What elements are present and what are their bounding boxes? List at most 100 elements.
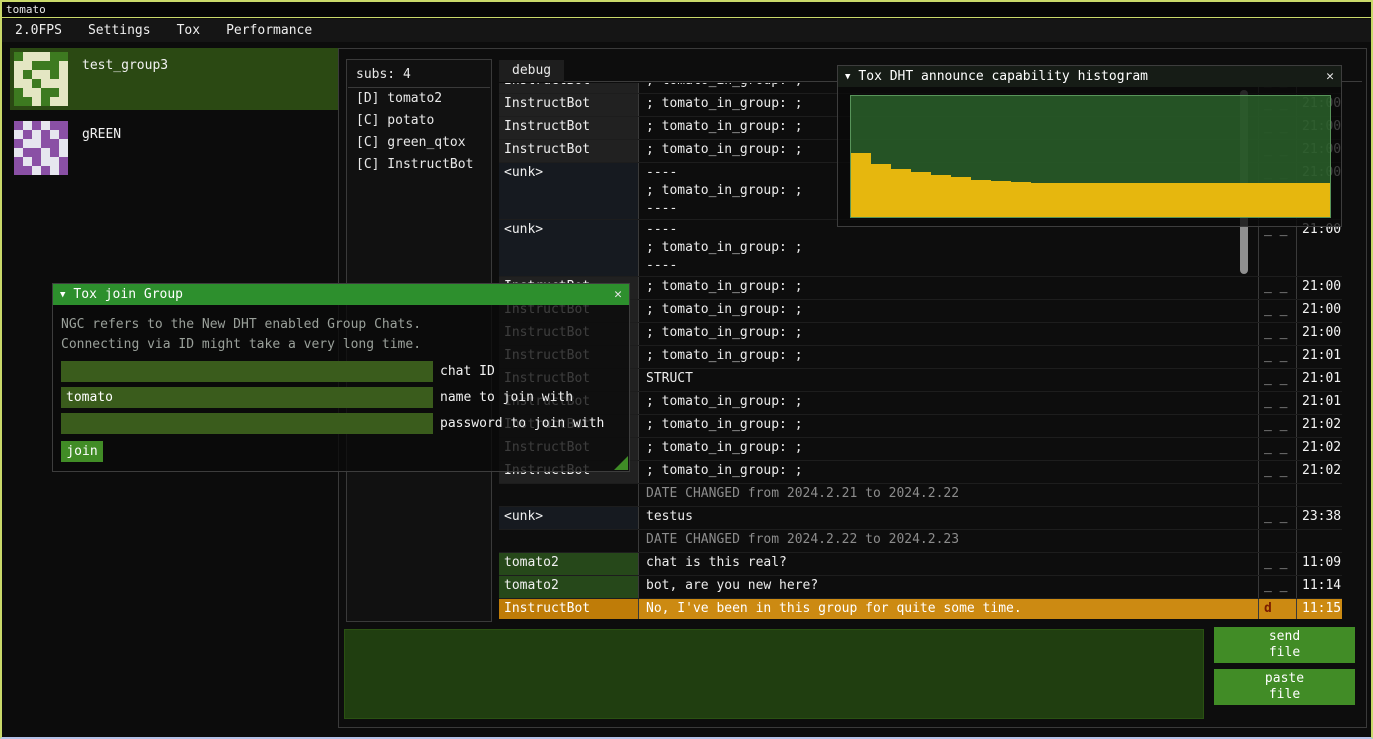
message-text: STRUCT — [639, 369, 1258, 391]
subs-member[interactable]: [C] green_qtox — [347, 132, 491, 154]
avatar-pixel — [59, 79, 68, 88]
message-text: testus — [639, 507, 1258, 529]
join-field-row: name to join with — [61, 387, 621, 408]
menu-item-settings[interactable]: Settings — [75, 19, 164, 42]
message-text: DATE CHANGED from 2024.2.21 to 2024.2.22 — [639, 484, 1258, 506]
group-item-test_group3[interactable]: test_group3 — [10, 48, 338, 110]
histogram-bar — [971, 180, 991, 218]
avatar-pixel — [50, 97, 59, 106]
join-input-chat-id[interactable] — [61, 361, 433, 382]
avatar-pixel — [41, 52, 50, 61]
paste-file-button[interactable]: paste file — [1214, 669, 1355, 705]
sender-name: tomato2 — [499, 553, 639, 575]
chat-row[interactable]: DATE CHANGED from 2024.2.22 to 2024.2.23 — [499, 530, 1342, 553]
avatar-pixel — [14, 121, 23, 130]
message-time: 23:38 — [1296, 507, 1342, 529]
join-window-body: NGC refers to the New DHT enabled Group … — [53, 305, 629, 471]
message-status: _ _ — [1258, 415, 1296, 437]
avatar-pixel — [59, 148, 68, 157]
sender-name: tomato2 — [499, 576, 639, 598]
message-text: ; tomato_in_group: ; — [639, 300, 1258, 322]
avatar-pixel — [23, 79, 32, 88]
histogram-bar — [1250, 183, 1270, 217]
menu-item-performance[interactable]: Performance — [213, 19, 325, 42]
group-item-gREEN[interactable]: gREEN — [10, 117, 338, 179]
send-file-button[interactable]: send file — [1214, 627, 1355, 663]
message-time: 21:02 — [1296, 415, 1342, 437]
avatar-pixel — [32, 79, 41, 88]
chat-row[interactable]: InstructBotNo, I've been in this group f… — [499, 599, 1342, 619]
chat-row[interactable]: tomato2chat is this real?_ _11:09 — [499, 553, 1342, 576]
message-text: ; tomato_in_group: ; — [639, 323, 1258, 345]
avatar-pixel — [32, 70, 41, 79]
subs-count-label: subs: 4 — [347, 60, 491, 87]
chat-row[interactable]: tomato2bot, are you new here?_ _11:14 — [499, 576, 1342, 599]
join-info-line: NGC refers to the New DHT enabled Group … — [61, 315, 621, 335]
avatar-pixel — [50, 88, 59, 97]
avatar-pixel — [32, 121, 41, 130]
histogram-bar — [911, 172, 931, 217]
message-time: 21:01 — [1296, 392, 1342, 414]
message-time: 21:00 — [1296, 323, 1342, 345]
collapse-arrow-icon[interactable]: ▼ — [60, 290, 65, 300]
histogram-bar — [1130, 183, 1150, 217]
close-icon[interactable]: ✕ — [614, 287, 622, 302]
histogram-bar — [1150, 183, 1170, 217]
histogram-bar — [1011, 182, 1031, 217]
close-icon[interactable]: ✕ — [1326, 69, 1334, 84]
message-time: 11:15 — [1296, 599, 1342, 619]
chat-row[interactable]: DATE CHANGED from 2024.2.21 to 2024.2.22 — [499, 484, 1342, 507]
avatar-pixel — [23, 70, 32, 79]
avatar-pixel — [32, 88, 41, 97]
message-input[interactable] — [344, 629, 1204, 719]
avatar-pixel — [14, 166, 23, 175]
tab-debug[interactable]: debug — [499, 60, 564, 82]
join-input-name[interactable] — [61, 387, 433, 408]
subs-member[interactable]: [C] potato — [347, 110, 491, 132]
join-group-window: ▼ Tox join Group ✕ NGC refers to the New… — [52, 283, 630, 472]
join-info: NGC refers to the New DHT enabled Group … — [61, 315, 621, 355]
avatar-pixel — [50, 148, 59, 157]
avatar-pixel — [50, 121, 59, 130]
subs-member[interactable]: [D] tomato2 — [347, 88, 491, 110]
message-time: 11:09 — [1296, 553, 1342, 575]
histogram-bar — [851, 153, 871, 217]
avatar-pixel — [50, 166, 59, 175]
avatar-pixel — [59, 157, 68, 166]
chat-row[interactable]: <unk>testus_ _23:38 — [499, 507, 1342, 530]
message-status: _ _ — [1258, 346, 1296, 368]
avatar-pixel — [59, 88, 68, 97]
message-status: d — [1258, 599, 1296, 619]
join-button[interactable]: join — [61, 441, 103, 462]
message-status: _ _ — [1258, 553, 1296, 575]
histogram-bar — [1110, 183, 1130, 217]
menu-item-tox[interactable]: Tox — [164, 19, 213, 42]
join-window-title: Tox join Group — [73, 287, 606, 302]
subs-member[interactable]: [C] InstructBot — [347, 154, 491, 176]
avatar-pixel — [23, 157, 32, 166]
avatar-pixel — [59, 121, 68, 130]
resize-grip-icon[interactable] — [614, 456, 628, 470]
message-text: No, I've been in this group for quite so… — [639, 599, 1258, 619]
chat-row[interactable]: <unk>---- ; tomato_in_group: ; ----_ _21… — [499, 220, 1342, 277]
avatar-pixel — [41, 130, 50, 139]
avatar-pixel — [14, 70, 23, 79]
histogram-window: ▼ Tox DHT announce capability histogram … — [837, 65, 1342, 227]
sender-name: <unk> — [499, 163, 639, 219]
avatar-pixel — [32, 52, 41, 61]
message-status: _ _ — [1258, 277, 1296, 299]
join-window-titlebar[interactable]: ▼ Tox join Group ✕ — [53, 284, 629, 305]
avatar-pixel — [23, 88, 32, 97]
join-input-password[interactable] — [61, 413, 433, 434]
histogram-bar — [1230, 183, 1250, 217]
message-text: ; tomato_in_group: ; — [639, 461, 1258, 483]
avatar-pixel — [32, 61, 41, 70]
message-status: _ _ — [1258, 220, 1296, 276]
window-titlebar: tomato — [2, 2, 1371, 18]
histogram-window-titlebar[interactable]: ▼ Tox DHT announce capability histogram … — [838, 66, 1341, 87]
histogram-bar — [1270, 183, 1290, 217]
avatar-pixel — [23, 121, 32, 130]
sender-name — [499, 484, 639, 506]
collapse-arrow-icon[interactable]: ▼ — [845, 72, 850, 82]
message-status: _ _ — [1258, 369, 1296, 391]
